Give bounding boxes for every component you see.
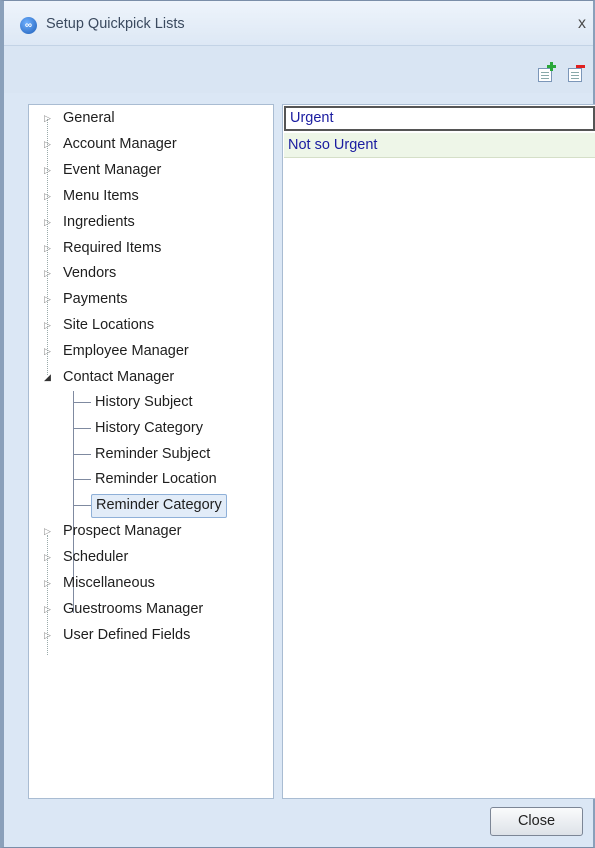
expand-arrow-icon[interactable]: ▷ — [44, 598, 54, 620]
list-item[interactable]: Not so Urgent — [284, 133, 595, 158]
expand-arrow-icon[interactable]: ▷ — [44, 159, 54, 181]
window-title: Setup Quickpick Lists — [46, 16, 185, 32]
close-window-icon[interactable]: x — [573, 15, 591, 33]
list-item[interactable]: Urgent — [284, 106, 595, 131]
quickpick-list[interactable]: Urgent Not so Urgent — [282, 104, 595, 799]
expand-arrow-icon[interactable]: ▷ — [44, 133, 54, 155]
expand-arrow-icon[interactable]: ▷ — [44, 211, 54, 233]
tree-child-reminder-subject[interactable]: Reminder Subject — [91, 443, 214, 465]
delete-list-icon[interactable] — [565, 62, 585, 82]
expand-arrow-icon[interactable]: ▷ — [44, 107, 54, 129]
close-button[interactable]: Close — [490, 807, 583, 836]
app-logo-icon: ∞ — [20, 17, 37, 34]
expand-arrow-icon[interactable]: ▷ — [44, 520, 54, 542]
expand-arrow-icon[interactable]: ▷ — [44, 262, 54, 284]
setup-quickpick-window: ∞ Setup Quickpick Lists x ▷ General ▷ Acco… — [0, 0, 595, 848]
toolbar — [4, 46, 593, 93]
expand-arrow-icon[interactable]: ▷ — [44, 624, 54, 646]
expand-arrow-icon[interactable]: ▷ — [44, 185, 54, 207]
expand-arrow-icon[interactable]: ▷ — [44, 546, 54, 568]
tree-child-history-subject[interactable]: History Subject — [91, 391, 197, 413]
expand-arrow-icon[interactable]: ▷ — [44, 237, 54, 259]
title-bar[interactable]: ∞ Setup Quickpick Lists x — [4, 1, 593, 46]
expand-arrow-icon[interactable]: ▷ — [44, 340, 54, 362]
category-tree[interactable]: ▷ General ▷ Account Manager ▷ Event Manager… — [28, 104, 274, 799]
expand-arrow-icon[interactable]: ▷ — [44, 288, 54, 310]
expand-arrow-icon[interactable]: ▷ — [44, 314, 54, 336]
collapse-arrow-icon[interactable]: ◢ — [44, 366, 54, 388]
tree-child-reminder-location[interactable]: Reminder Location — [91, 468, 221, 490]
add-list-icon[interactable] — [535, 62, 556, 82]
tree-child-history-category[interactable]: History Category — [91, 417, 207, 439]
tree-child-reminder-category[interactable]: Reminder Category — [91, 494, 227, 518]
expand-arrow-icon[interactable]: ▷ — [44, 572, 54, 594]
